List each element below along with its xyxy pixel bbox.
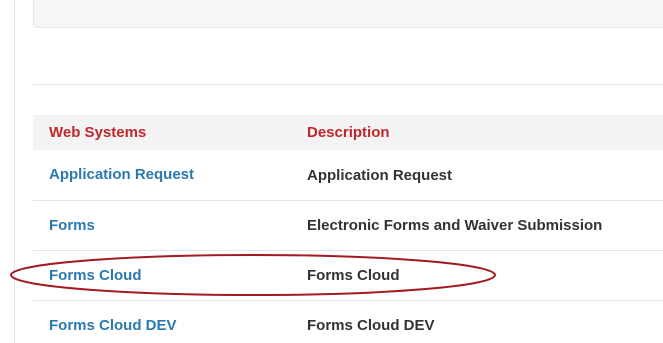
left-border-rule xyxy=(14,0,15,343)
table-body: Application Request Application Request … xyxy=(33,150,663,343)
system-description: Forms Cloud DEV xyxy=(307,317,435,334)
system-description: Application Request xyxy=(307,166,453,184)
page: Web Systems Description Application Requ… xyxy=(0,0,663,343)
system-link-forms-cloud[interactable]: Forms Cloud xyxy=(49,267,142,284)
system-link-forms-cloud-dev[interactable]: Forms Cloud DEV xyxy=(49,317,177,334)
header-web-systems: Web Systems xyxy=(49,124,147,141)
header-description: Description xyxy=(307,124,390,141)
table-header: Web Systems Description xyxy=(33,115,663,150)
table-row: Forms Cloud DEV Forms Cloud DEV xyxy=(33,300,663,343)
section-divider xyxy=(33,84,663,85)
web-systems-table: Web Systems Description Application Requ… xyxy=(33,115,663,343)
system-link-application-request[interactable]: Application Request xyxy=(49,166,194,183)
system-link-forms[interactable]: Forms xyxy=(49,217,95,234)
table-row: Forms Cloud Forms Cloud xyxy=(33,250,663,300)
system-description: Forms Cloud xyxy=(307,267,400,284)
top-panel xyxy=(33,0,663,28)
table-row: Application Request Application Request xyxy=(33,150,663,200)
table-row: Forms Electronic Forms and Waiver Submis… xyxy=(33,200,663,250)
system-description: Electronic Forms and Waiver Submission xyxy=(307,217,603,234)
